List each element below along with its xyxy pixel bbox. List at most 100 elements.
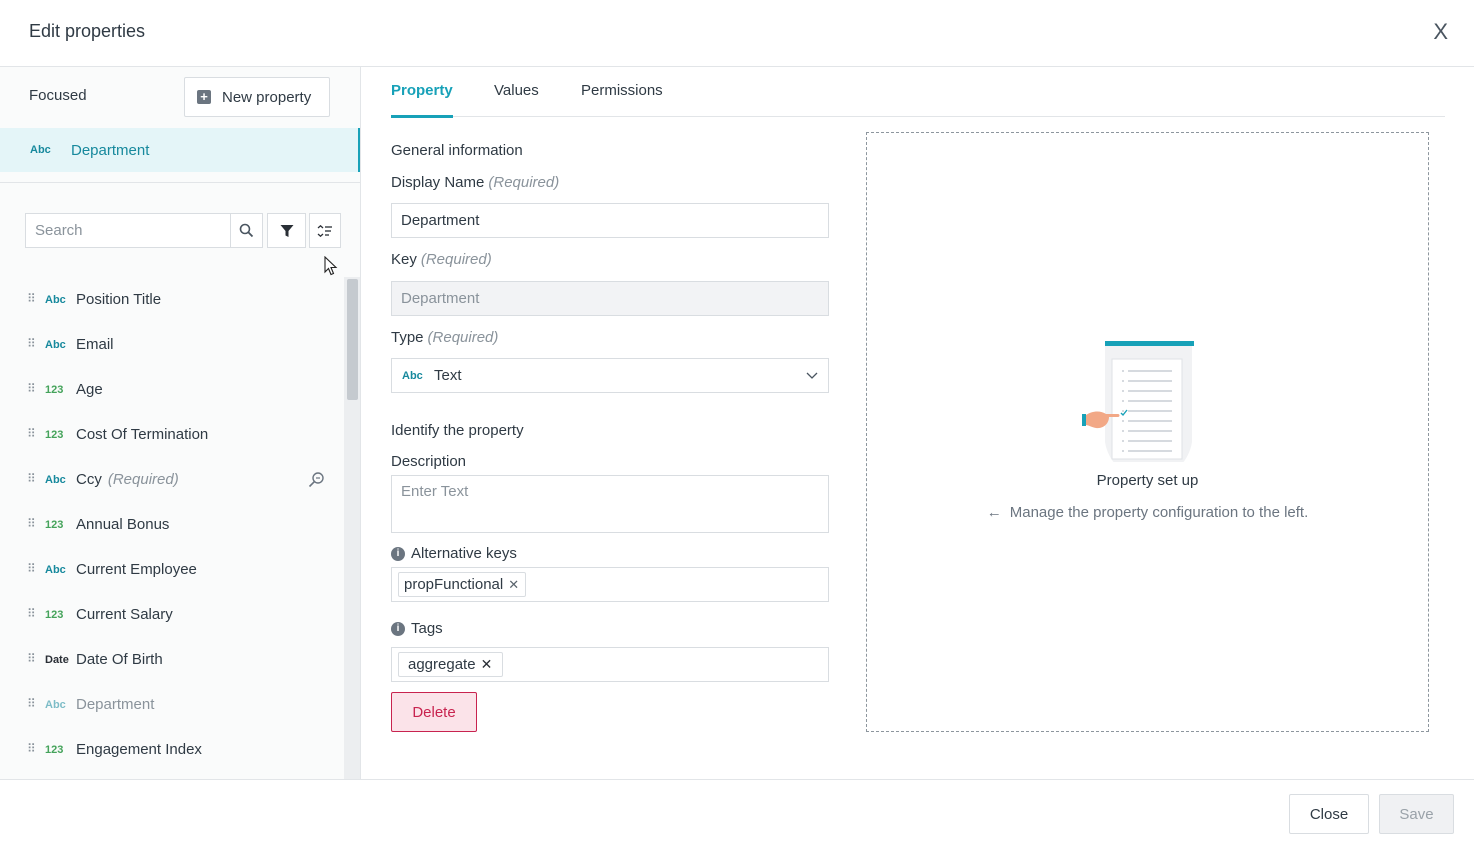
close-button[interactable]: Close: [1289, 794, 1369, 834]
description-label: Description: [391, 453, 467, 470]
drag-handle-icon[interactable]: ⠿: [27, 381, 36, 395]
drag-handle-icon[interactable]: ⠿: [27, 336, 36, 350]
drag-handle-icon[interactable]: ⠿: [27, 741, 36, 755]
property-setup-title: Property set up: [1096, 472, 1199, 489]
list-item[interactable]: ⠿ 123 Age: [0, 367, 345, 412]
drag-handle-icon[interactable]: ⠿: [27, 651, 36, 665]
property-label: Email: [76, 336, 114, 353]
tags-input[interactable]: aggregate ✕: [391, 647, 829, 682]
required-label: (Required): [420, 251, 492, 268]
delete-button[interactable]: Delete: [391, 692, 477, 732]
zoom-icon[interactable]: [308, 471, 325, 492]
chip-label: aggregate: [408, 656, 476, 673]
date-type-icon: Date: [45, 653, 69, 666]
drag-handle-icon[interactable]: ⠿: [27, 561, 36, 575]
property-label: Current Salary: [76, 606, 173, 623]
focused-property-item[interactable]: Abc Department: [0, 128, 360, 172]
plus-icon: +: [197, 90, 211, 104]
remove-chip-icon[interactable]: ✕: [508, 577, 519, 593]
tab-permissions[interactable]: Permissions: [581, 82, 663, 99]
tags-label: i Tags: [391, 620, 443, 637]
info-icon[interactable]: i: [391, 621, 405, 636]
property-label: Position Title: [76, 291, 162, 308]
scrollbar-thumb[interactable]: [347, 279, 358, 400]
drag-handle-icon[interactable]: ⠿: [27, 426, 36, 440]
key-label: Key (Required): [391, 251, 492, 268]
property-label: Annual Bonus: [76, 516, 170, 533]
list-item[interactable]: ⠿ Abc Position Title: [0, 277, 345, 322]
property-label: Cost Of Termination: [76, 426, 209, 443]
list-item[interactable]: ⠿ 123 Annual Bonus: [0, 502, 345, 547]
number-type-icon: 123: [45, 743, 64, 756]
sort-icon: [317, 224, 332, 237]
tab-property[interactable]: Property: [391, 82, 453, 118]
alternative-keys-input[interactable]: propFunctional ✕: [391, 567, 829, 602]
drag-handle-icon[interactable]: ⠿: [27, 606, 36, 620]
chevron-down-icon: [806, 372, 818, 379]
list-item[interactable]: ⠿ Abc Email: [0, 322, 345, 367]
property-setup-description: ← Manage the property configuration to th…: [867, 504, 1428, 521]
list-item[interactable]: ⠿ 123 Current Salary: [0, 592, 345, 637]
display-name-label: Display Name (Required): [391, 174, 559, 191]
focused-label: Focused: [29, 87, 87, 104]
list-item[interactable]: ⠿ Date Date Of Birth: [0, 637, 345, 682]
list-item[interactable]: ⠿ 123 Cost Of Termination: [0, 412, 345, 457]
tab-values[interactable]: Values: [494, 82, 539, 99]
drag-handle-icon[interactable]: ⠿: [27, 471, 36, 485]
key-label-text: Key: [391, 251, 417, 268]
remove-chip-icon[interactable]: ✕: [481, 656, 493, 673]
property-setup-panel: Property set up ← Manage the property con…: [866, 132, 1429, 732]
search-button[interactable]: [230, 214, 262, 247]
tags-label-text: Tags: [411, 620, 443, 637]
text-type-icon: Abc: [45, 338, 66, 351]
divider: [0, 182, 360, 183]
text-type-icon: Abc: [45, 293, 66, 306]
filter-button[interactable]: [267, 213, 306, 248]
filter-icon: [280, 224, 293, 237]
description-textarea[interactable]: [391, 475, 829, 533]
arrow-left-icon: ←: [986, 504, 1002, 521]
number-type-icon: 123: [45, 608, 64, 621]
mouse-cursor-icon: [324, 256, 338, 276]
property-label: Current Employee: [76, 561, 197, 578]
drag-handle-icon[interactable]: ⠿: [27, 516, 36, 530]
property-label: Age: [76, 381, 103, 398]
new-property-label: New property: [222, 88, 312, 106]
property-label: Department: [76, 696, 155, 713]
display-name-label-text: Display Name: [391, 174, 485, 191]
text-type-icon: Abc: [45, 698, 66, 711]
required-label: (Required): [107, 471, 179, 488]
number-type-icon: 123: [45, 518, 64, 531]
dialog-title: Edit properties: [29, 21, 146, 41]
text-type-icon: Abc: [45, 563, 66, 576]
property-label: Ccy: [76, 471, 102, 488]
property-label: Engagement Index: [76, 741, 202, 758]
general-information-heading: General information: [391, 142, 523, 159]
type-label: Type (Required): [391, 329, 498, 346]
text-type-icon: Abc: [30, 144, 51, 156]
search-input[interactable]: [26, 214, 230, 247]
list-item[interactable]: ⠿ 123 Engagement Index: [0, 727, 345, 772]
dialog-footer: Close Save: [0, 779, 1474, 846]
display-name-input[interactable]: [391, 203, 829, 238]
dialog-header: Edit properties X: [0, 0, 1474, 67]
list-item[interactable]: ⠿ Abc Department: [0, 682, 345, 727]
property-sidebar: Focused + New property Abc Department ⠿ …: [0, 67, 361, 780]
type-select[interactable]: Abc Text: [391, 358, 829, 393]
property-setup-description-text: Manage the property configuration to the…: [1009, 504, 1309, 521]
focused-property-label: Department: [71, 141, 150, 159]
close-icon[interactable]: X: [1433, 20, 1448, 44]
drag-handle-icon[interactable]: ⠿: [27, 696, 36, 710]
new-property-button[interactable]: + New property: [184, 77, 330, 117]
sidebar-scrollbar[interactable]: [344, 277, 360, 780]
save-button[interactable]: Save: [1379, 794, 1454, 834]
list-item[interactable]: ⠿ Abc Current Employee: [0, 547, 345, 592]
required-label: (Required): [427, 329, 499, 346]
list-item[interactable]: ⠿ Abc Ccy (Required): [0, 457, 345, 502]
key-input: [391, 281, 829, 316]
drag-handle-icon[interactable]: ⠿: [27, 291, 36, 305]
text-type-icon: Abc: [402, 369, 423, 382]
sort-button[interactable]: [309, 213, 341, 248]
required-label: (Required): [488, 174, 560, 191]
info-icon[interactable]: i: [391, 546, 405, 561]
